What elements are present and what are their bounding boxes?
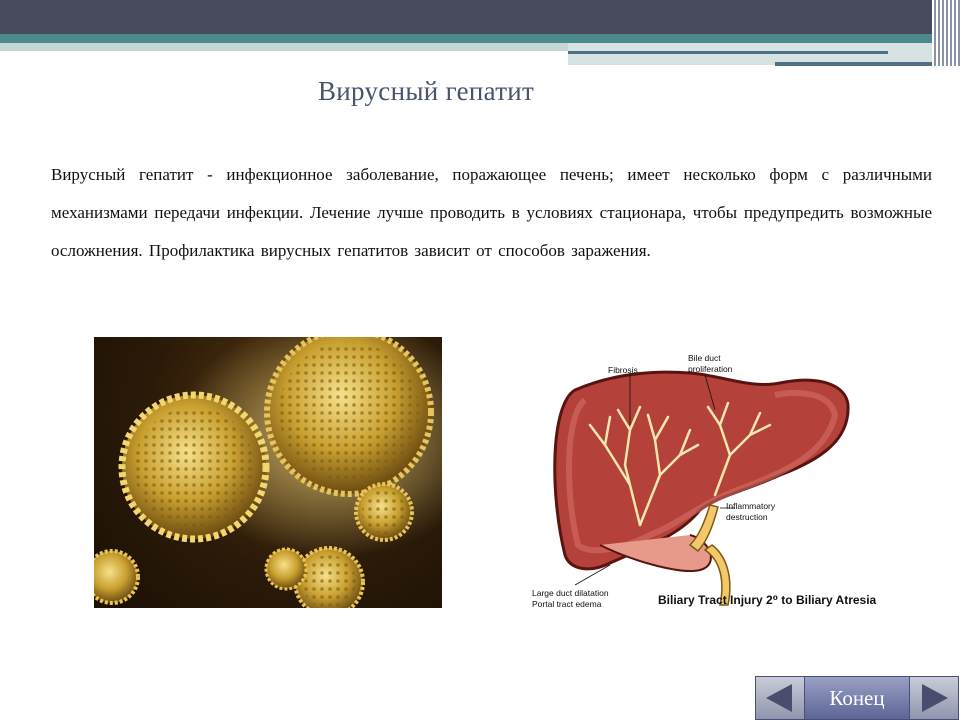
header-light-band [0,43,568,51]
label-inflammatory: Inflammatory [726,501,776,511]
label-inflammatory-destruction: destruction [726,512,768,522]
slide-title: Вирусный гепатит [318,76,535,106]
label-fibrosis: Fibrosis [608,365,638,375]
end-button[interactable]: Конец [805,677,909,719]
header-teal-band [0,34,960,43]
header-stripes [932,0,960,66]
header-line [568,51,888,54]
header-band [0,0,960,34]
liver-diagram: Fibrosis Bile duct proliferation Inflamm… [530,345,890,615]
label-portal-tract-edema: Portal tract edema [532,599,602,609]
triangle-right-icon [922,684,948,712]
header-line-short [775,62,945,66]
triangle-left-icon [766,684,792,712]
prev-slide-button[interactable] [756,677,805,719]
next-slide-button[interactable] [909,677,958,719]
slide-nav: Конец [755,676,959,720]
label-bile-duct: Bile duct [688,353,721,363]
diagram-caption: Biliary Tract Injury 2⁰ to Biliary Atres… [658,593,877,607]
label-bile-duct-proliferation: proliferation [688,364,733,374]
label-large-duct-dilatation: Large duct dilatation [532,588,609,598]
virus-illustration [94,337,442,608]
slide-body-text: Вирусный гепатит - инфекционное заболева… [51,165,932,260]
